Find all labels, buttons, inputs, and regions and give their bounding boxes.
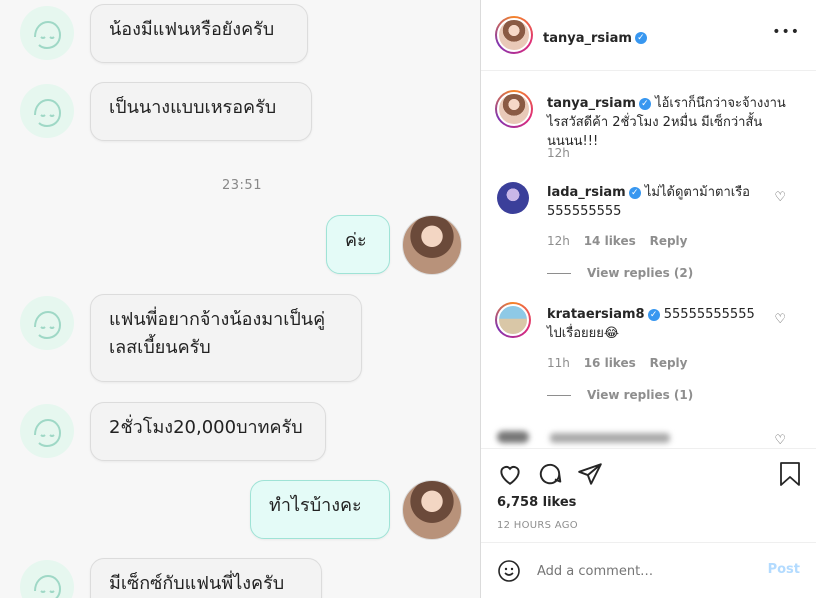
comment-bubble-icon[interactable] bbox=[537, 461, 563, 487]
likes-count[interactable]: 6,758 likes bbox=[497, 495, 576, 510]
comment-meta: 11h 16 likes Reply bbox=[547, 356, 687, 370]
message-text: ทำไรบ้างคะ bbox=[269, 495, 362, 516]
comment-age[interactable]: 11h bbox=[547, 356, 570, 370]
caption-age[interactable]: 12h bbox=[547, 146, 570, 160]
face-icon bbox=[34, 310, 62, 340]
more-options-icon[interactable]: ••• bbox=[772, 24, 800, 40]
comment-likes[interactable]: 14 likes bbox=[584, 234, 636, 248]
author-avatar[interactable] bbox=[495, 16, 533, 54]
reply-button[interactable]: Reply bbox=[650, 234, 688, 248]
verified-badge-icon: ✓ bbox=[638, 97, 651, 110]
comment: lada_rsiam ✓ ไม่ได้ดูตาม้าตาเรือ 55555555… bbox=[547, 183, 767, 221]
post-time-ago[interactable]: 12 HOURS AGO bbox=[497, 520, 578, 531]
view-replies-button[interactable]: View replies (1) bbox=[547, 388, 693, 402]
view-replies-label: View replies (1) bbox=[587, 388, 694, 402]
author-username[interactable]: tanya_rsiam bbox=[543, 31, 632, 46]
user-photo-avatar bbox=[402, 480, 462, 540]
comment-like-heart-icon[interactable]: ♡ bbox=[774, 433, 786, 448]
comment-bar: Post bbox=[481, 542, 816, 599]
message-text: ค่ะ bbox=[345, 230, 367, 251]
like-heart-icon[interactable] bbox=[497, 461, 523, 487]
comment-like-heart-icon[interactable]: ♡ bbox=[774, 312, 786, 327]
message-bubble-sent: ทำไรบ้างคะ bbox=[250, 480, 390, 539]
bot-avatar bbox=[20, 296, 74, 350]
bot-avatar bbox=[20, 84, 74, 138]
face-icon bbox=[34, 418, 62, 448]
bot-avatar bbox=[20, 560, 74, 598]
share-send-icon[interactable] bbox=[577, 461, 603, 487]
message-text: เป็นนางแบบเหรอครับ bbox=[109, 97, 277, 118]
comment: krataersiam8 ✓ 55555555555 ไปเรื่อยยย😂 bbox=[547, 305, 767, 343]
comment-username[interactable]: krataersiam8 bbox=[547, 307, 645, 322]
emoji-smiley-icon[interactable] bbox=[497, 559, 521, 583]
message-text: แฟนพี่อยากจ้างน้องมาเป็นคู่เลสเบี้ยนครับ bbox=[109, 309, 326, 358]
face-icon bbox=[34, 98, 62, 128]
caption-avatar[interactable] bbox=[495, 90, 533, 128]
post-header: tanya_rsiam ✓ ••• bbox=[481, 0, 816, 71]
save-bookmark-icon[interactable] bbox=[778, 461, 802, 487]
view-replies-label: View replies (2) bbox=[587, 266, 694, 280]
comment-likes[interactable]: 16 likes bbox=[584, 356, 636, 370]
message-bubble-sent: ค่ะ bbox=[326, 215, 390, 274]
face-icon bbox=[34, 20, 62, 50]
message-bubble: 2ชั่วโมง20,000บาทครับ bbox=[90, 402, 326, 461]
comment-age[interactable]: 12h bbox=[547, 234, 570, 248]
caption: tanya_rsiam ✓ ไอ้เราก็นึกว่าจะจ้างงานไรสว… bbox=[547, 94, 797, 151]
post-panel: tanya_rsiam ✓ ••• tanya_rsiam ✓ ไอ้เราก็นึ… bbox=[480, 0, 816, 598]
message-text: น้องมีแฟนหรือยังครับ bbox=[109, 19, 275, 40]
commenter-avatar[interactable] bbox=[497, 182, 529, 214]
bot-avatar bbox=[20, 6, 74, 60]
caption-username[interactable]: tanya_rsiam bbox=[547, 96, 636, 111]
bot-avatar bbox=[20, 404, 74, 458]
message-bubble: น้องมีแฟนหรือยังครับ bbox=[90, 4, 308, 63]
comment-like-heart-icon[interactable]: ♡ bbox=[774, 190, 786, 205]
user-photo-avatar bbox=[402, 215, 462, 275]
comment-username[interactable]: lada_rsiam bbox=[547, 185, 626, 200]
post-actions: 6,758 likes 12 HOURS AGO bbox=[481, 448, 816, 549]
commenter-avatar[interactable] bbox=[495, 302, 531, 338]
message-bubble: เป็นนางแบบเหรอครับ bbox=[90, 82, 312, 141]
blurred-comment bbox=[497, 428, 687, 443]
message-text: 2ชั่วโมง20,000บาทครับ bbox=[109, 417, 303, 438]
view-replies-button[interactable]: View replies (2) bbox=[547, 266, 693, 280]
comment-meta: 12h 14 likes Reply bbox=[547, 234, 687, 248]
message-text: มีเซ็กซ์กับแฟนพี่ไงครับ bbox=[109, 573, 285, 594]
verified-badge-icon: ✓ bbox=[647, 308, 660, 321]
reply-button[interactable]: Reply bbox=[650, 356, 688, 370]
post-comment-button[interactable]: Post bbox=[768, 562, 800, 577]
message-bubble: แฟนพี่อยากจ้างน้องมาเป็นคู่เลสเบี้ยนครับ bbox=[90, 294, 362, 382]
message-bubble: มีเซ็กซ์กับแฟนพี่ไงครับ bbox=[90, 558, 322, 598]
face-icon bbox=[34, 574, 62, 598]
verified-badge-icon: ✓ bbox=[628, 186, 641, 199]
chat-timestamp: 23:51 bbox=[222, 178, 262, 193]
verified-badge-icon: ✓ bbox=[634, 31, 647, 44]
add-comment-input[interactable] bbox=[535, 559, 739, 583]
chat-screenshot: น้องมีแฟนหรือยังครับ เป็นนางแบบเหรอครับ … bbox=[0, 0, 480, 598]
